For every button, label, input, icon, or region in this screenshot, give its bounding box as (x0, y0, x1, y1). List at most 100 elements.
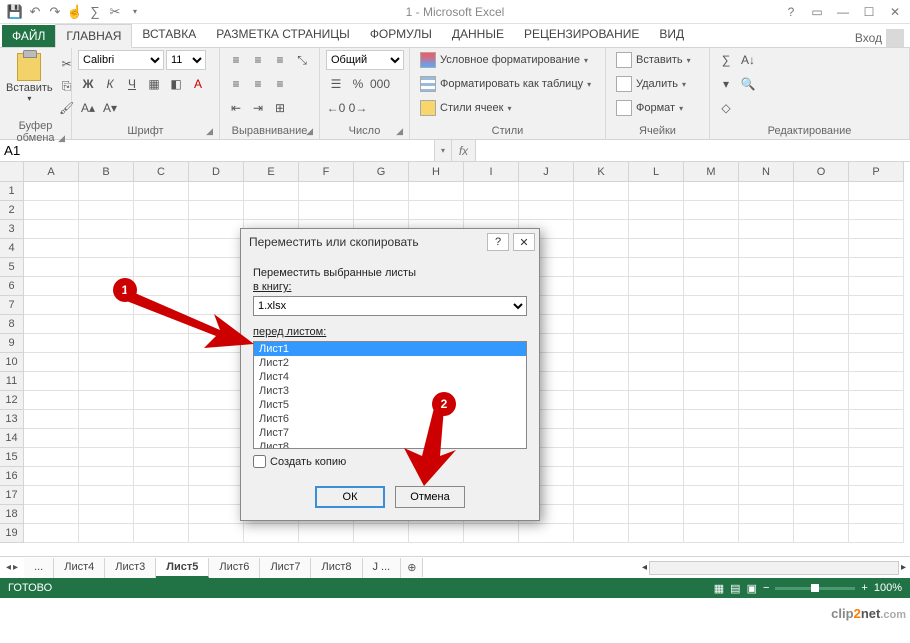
cell[interactable] (464, 524, 519, 543)
cell[interactable] (684, 524, 739, 543)
workbook-select[interactable]: 1.xlsx (253, 296, 527, 316)
cell[interactable] (189, 505, 244, 524)
maximize-icon[interactable]: ☐ (858, 3, 880, 21)
column-header[interactable]: H (409, 162, 464, 182)
align-top-button[interactable]: ≡ (226, 50, 246, 70)
cell[interactable] (739, 353, 794, 372)
cell[interactable] (244, 201, 299, 220)
cell[interactable] (739, 258, 794, 277)
border-button[interactable]: ▦ (144, 74, 164, 94)
cell[interactable] (629, 524, 684, 543)
tab-file[interactable]: ФАЙЛ (2, 25, 55, 47)
cell[interactable] (684, 505, 739, 524)
column-header[interactable]: L (629, 162, 684, 182)
cell[interactable] (24, 334, 79, 353)
minimize-icon[interactable]: — (832, 3, 854, 21)
cell[interactable] (189, 448, 244, 467)
cell[interactable] (24, 353, 79, 372)
row-header[interactable]: 15 (0, 448, 24, 467)
cell[interactable] (189, 353, 244, 372)
cell[interactable] (629, 182, 684, 201)
ok-button[interactable]: ОК (315, 486, 385, 508)
list-item[interactable]: Лист2 (254, 356, 526, 370)
cell[interactable] (849, 239, 904, 258)
cell[interactable] (629, 296, 684, 315)
cell[interactable] (794, 239, 849, 258)
conditional-formatting-button[interactable]: Условное форматирование▾ (416, 50, 592, 70)
cell[interactable] (24, 372, 79, 391)
cancel-button[interactable]: Отмена (395, 486, 465, 508)
zoom-in-icon[interactable]: + (861, 582, 867, 594)
italic-button[interactable]: К (100, 74, 120, 94)
cell[interactable] (849, 220, 904, 239)
cell[interactable] (79, 258, 134, 277)
list-item[interactable]: Лист5 (254, 398, 526, 412)
cell[interactable] (739, 448, 794, 467)
comma-button[interactable]: 000 (370, 74, 390, 94)
cell[interactable] (189, 486, 244, 505)
cell[interactable] (629, 448, 684, 467)
cell[interactable] (684, 239, 739, 258)
cell[interactable] (134, 524, 189, 543)
cell[interactable] (684, 429, 739, 448)
view-break-icon[interactable]: ▣ (747, 582, 757, 595)
cell[interactable] (79, 239, 134, 258)
create-copy-input[interactable] (253, 455, 266, 468)
cell[interactable] (849, 429, 904, 448)
cell[interactable] (629, 353, 684, 372)
cell[interactable] (134, 429, 189, 448)
row-header[interactable]: 10 (0, 353, 24, 372)
tab-рецензирование[interactable]: РЕЦЕНЗИРОВАНИЕ (514, 23, 649, 47)
zoom-value[interactable]: 100% (874, 582, 902, 594)
sign-in[interactable]: Вход (855, 29, 904, 47)
cell[interactable] (79, 391, 134, 410)
create-copy-checkbox[interactable]: Создать копию (253, 455, 527, 468)
row-header[interactable]: 5 (0, 258, 24, 277)
cell[interactable] (684, 353, 739, 372)
cell[interactable] (354, 524, 409, 543)
cell[interactable] (849, 353, 904, 372)
cell[interactable] (684, 334, 739, 353)
cell[interactable] (354, 182, 409, 201)
launcher-icon[interactable]: ◢ (206, 126, 213, 137)
cell[interactable] (24, 277, 79, 296)
cell[interactable] (684, 372, 739, 391)
cell[interactable] (574, 334, 629, 353)
column-header[interactable]: B (79, 162, 134, 182)
format-cells-button[interactable]: Формат▾ (612, 98, 687, 118)
cell[interactable] (189, 334, 244, 353)
cell[interactable] (574, 486, 629, 505)
cell[interactable] (739, 201, 794, 220)
cell[interactable] (794, 315, 849, 334)
cell[interactable] (629, 201, 684, 220)
row-header[interactable]: 4 (0, 239, 24, 258)
column-header[interactable]: A (24, 162, 79, 182)
row-header[interactable]: 6 (0, 277, 24, 296)
cell[interactable] (794, 220, 849, 239)
underline-button[interactable]: Ч (122, 74, 142, 94)
autosum-button[interactable]: ∑ (716, 50, 736, 70)
cell[interactable] (739, 296, 794, 315)
cell[interactable] (24, 448, 79, 467)
align-middle-button[interactable]: ≡ (248, 50, 268, 70)
column-header[interactable]: D (189, 162, 244, 182)
cell[interactable] (849, 486, 904, 505)
cell[interactable] (849, 296, 904, 315)
undo-icon[interactable]: ↶ (26, 3, 44, 21)
cell[interactable] (739, 239, 794, 258)
cell[interactable] (739, 220, 794, 239)
sheet-tab[interactable]: Лист8 (311, 558, 362, 578)
qat-dropdown-icon[interactable]: ▾ (126, 3, 144, 21)
cell[interactable] (849, 524, 904, 543)
column-header[interactable]: N (739, 162, 794, 182)
cell[interactable] (519, 182, 574, 201)
bold-button[interactable]: Ж (78, 74, 98, 94)
cell[interactable] (574, 201, 629, 220)
cell[interactable] (24, 410, 79, 429)
cell[interactable] (299, 182, 354, 201)
row-header[interactable]: 19 (0, 524, 24, 543)
cell[interactable] (794, 448, 849, 467)
cell[interactable] (189, 410, 244, 429)
sheet-tab[interactable]: Лист4 (54, 558, 105, 578)
cell[interactable] (354, 201, 409, 220)
